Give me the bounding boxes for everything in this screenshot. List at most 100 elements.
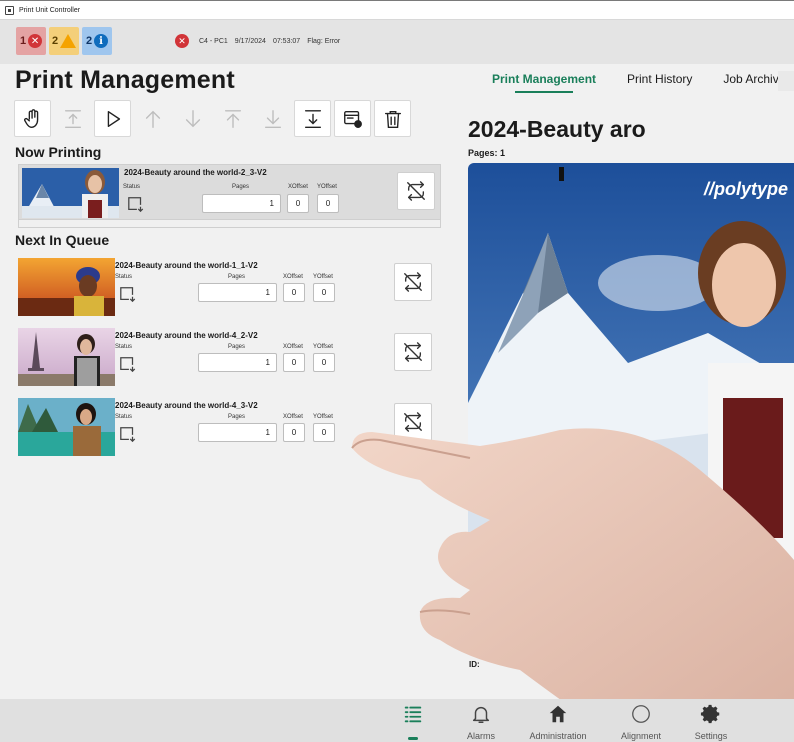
tab-print-management[interactable]: Print Management: [492, 72, 596, 93]
tab-overflow[interactable]: [778, 71, 794, 91]
align-top-icon: [64, 109, 81, 128]
yoffset-field[interactable]: 0: [313, 423, 335, 442]
arrow-down-icon: [185, 109, 200, 127]
yoffset-field[interactable]: 0: [317, 194, 339, 213]
status-message[interactable]: ✕ C4 - PC1 9/17/2024 07:53:07 Flag: Erro…: [175, 33, 340, 49]
job-name: 2024-Beauty around the world-2_3-V2: [124, 168, 267, 177]
status-source: C4 - PC1: [199, 37, 228, 45]
job-name: 2024-Beauty around the world-4_3-V2: [115, 401, 258, 410]
job-name: 2024-Beauty around the world-1_1-V2: [115, 261, 258, 270]
skip-job-button[interactable]: [394, 263, 432, 301]
preview-image: //polytype: [468, 163, 794, 588]
queue-item[interactable]: 2024-Beauty around the world-4_3-V2 Stat…: [18, 396, 438, 460]
nav-settings-label: Settings: [694, 731, 728, 741]
nav-settings[interactable]: Settings: [673, 703, 749, 741]
job-thumbnail: [18, 328, 115, 386]
yoffset-field[interactable]: 0: [313, 283, 335, 302]
pages-field[interactable]: 1: [202, 194, 281, 213]
queue-item[interactable]: 2024-Beauty around the world-1_1-V2 Stat…: [18, 256, 438, 320]
move-first-button[interactable]: [214, 100, 251, 137]
status-icon: [128, 197, 144, 213]
nav-administration[interactable]: Administration: [520, 703, 596, 741]
queue-settings-button[interactable]: [334, 100, 371, 137]
xoffset-field[interactable]: 0: [287, 194, 309, 213]
status-label: Status: [115, 274, 133, 280]
repeat-off-icon: [404, 272, 422, 292]
nav-administration-label: Administration: [529, 731, 587, 741]
repeat-off-icon: [404, 342, 422, 362]
pages-field[interactable]: 1: [198, 353, 277, 372]
list-icon: [404, 706, 422, 723]
pages-label: Pages: [228, 414, 246, 420]
bell-icon: [472, 706, 490, 723]
nav-alarms-label: Alarms: [466, 731, 495, 741]
window-titlebar: Print Unit Controller: [0, 0, 794, 20]
pages-label: Pages: [228, 274, 246, 280]
yoffset-label: YOffset: [313, 414, 333, 420]
move-last-button[interactable]: [254, 100, 291, 137]
skip-job-button[interactable]: [394, 333, 432, 371]
job-thumbnail: [22, 168, 119, 218]
play-button[interactable]: [94, 100, 131, 137]
xoffset-field[interactable]: 0: [283, 353, 305, 372]
xoffset-label: XOffset: [283, 274, 303, 280]
move-to-bottom-button[interactable]: [294, 100, 331, 137]
xoffset-field[interactable]: 0: [283, 423, 305, 442]
queue-settings-icon: [343, 110, 362, 128]
warning-count: 2: [51, 35, 59, 47]
status-label: Status: [115, 414, 133, 420]
warning-icon: [60, 34, 77, 48]
tab-job-archive[interactable]: Job Archive: [723, 72, 785, 90]
xoffset-label: XOffset: [283, 414, 303, 420]
move-down-button[interactable]: [174, 100, 211, 137]
now-printing-job[interactable]: 2024-Beauty around the world-2_3-V2 Stat…: [18, 164, 441, 228]
info-count: 2: [85, 35, 93, 47]
move-up-button[interactable]: [134, 100, 171, 137]
queue-heading: Next In Queue: [15, 232, 110, 248]
delete-button[interactable]: [374, 100, 411, 137]
status-flag: Flag: Error: [307, 37, 341, 45]
id-label: ID:: [469, 660, 480, 669]
skip-job-button[interactable]: [394, 403, 432, 441]
nav-print-management[interactable]: [375, 703, 451, 740]
status-date: 9/17/2024: [234, 37, 266, 45]
pages-field[interactable]: 1: [198, 283, 277, 302]
arrow-up-icon: [145, 110, 160, 128]
page-title: Print Management: [15, 66, 235, 94]
stop-hand-button[interactable]: [14, 100, 51, 137]
queue-item[interactable]: 2024-Beauty around the world-4_2-V2 Stat…: [18, 326, 438, 390]
pages-label: Pages: [232, 184, 250, 190]
xoffset-label: XOffset: [283, 344, 303, 350]
repeat-off-icon: [404, 412, 422, 432]
gear-icon: [700, 704, 720, 724]
information-heading: Information: [468, 591, 534, 605]
preview-brand: //polytype: [703, 179, 788, 199]
job-name: 2024-Beauty around the world-4_2-V2: [115, 331, 258, 340]
home-icon: [549, 705, 567, 723]
info-count-badge[interactable]: 2 i: [82, 27, 112, 55]
nav-alarms[interactable]: Alarms: [443, 703, 519, 741]
status-label: Status: [123, 184, 141, 190]
yoffset-field[interactable]: 0: [313, 353, 335, 372]
error-count: 1: [19, 35, 27, 47]
align-bottom-icon: [304, 109, 321, 128]
error-count-badge[interactable]: 1 ✕: [16, 27, 46, 55]
repeat-off-icon: [407, 181, 425, 201]
skip-job-button[interactable]: [397, 172, 435, 210]
info-icon: i: [94, 34, 109, 48]
play-icon: [107, 110, 120, 127]
active-indicator: [408, 737, 418, 740]
pages-field[interactable]: 1: [198, 423, 277, 442]
error-icon: ✕: [28, 34, 43, 48]
move-to-top-button[interactable]: [54, 100, 91, 137]
status-icon: [120, 357, 136, 373]
error-icon: ✕: [175, 34, 189, 48]
xoffset-field[interactable]: 0: [283, 283, 305, 302]
progress-track: [19, 219, 440, 227]
preview-title: 2024-Beauty aro: [468, 116, 646, 142]
hand-icon: [23, 108, 38, 128]
nav-alignment[interactable]: Alignment: [603, 703, 679, 741]
tab-print-history[interactable]: Print History: [627, 72, 692, 90]
warning-count-badge[interactable]: 2: [49, 27, 79, 55]
xoffset-label: XOffset: [288, 184, 308, 190]
